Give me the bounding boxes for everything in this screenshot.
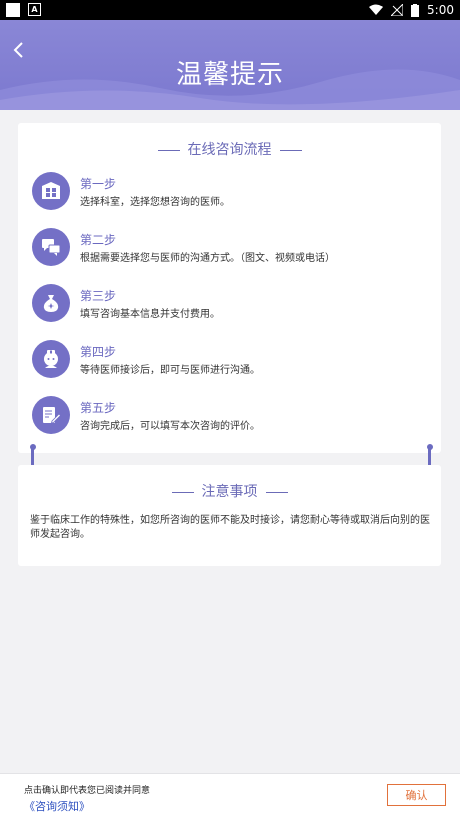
- process-card: 在线咨询流程 第一步 选择科室，选择您想咨询的医师。 第二步 根据需要选择您与医…: [18, 123, 441, 453]
- step-title: 第三步: [80, 289, 117, 303]
- battery-icon: [411, 3, 420, 17]
- step-3: 第三步 填写咨询基本信息并支付费用。: [32, 284, 427, 324]
- a-notification-icon: A: [28, 3, 41, 16]
- step-title: 第四步: [80, 345, 117, 359]
- status-time: 5:00: [427, 3, 454, 17]
- notice-text: 鉴于临床工作的特殊性，如您所咨询的医师不能及时接诊，请您耐心等待或取消后向别的医…: [30, 515, 430, 540]
- consult-notice-link[interactable]: 《咨询须知》: [24, 798, 90, 814]
- wifi-icon: [369, 4, 384, 15]
- department-grid-icon: [32, 172, 70, 210]
- step-5: 第五步 咨询完成后，可以填写本次咨询的评价。: [32, 396, 427, 436]
- step-description: 等待医师接诊后，即可与医师进行沟通。: [80, 365, 260, 376]
- step-2: 第二步 根据需要选择您与医师的沟通方式。（图文、视频或电话）: [32, 228, 427, 268]
- step-description: 填写咨询基本信息并支付费用。: [80, 309, 220, 320]
- step-description: 根据需要选择您与医师的沟通方式。（图文、视频或电话）: [80, 253, 335, 264]
- step-title: 第一步: [80, 177, 117, 191]
- agree-text: 点击确认即代表您已阅读并同意: [24, 786, 151, 796]
- edit-document-icon: [32, 396, 70, 434]
- header: 温馨提示: [0, 20, 460, 110]
- step-description: 咨询完成后，可以填写本次咨询的评价。: [80, 421, 260, 432]
- title-divider-left: [157, 149, 180, 151]
- notice-card: 注意事项 鉴于临床工作的特殊性，如您所咨询的医师不能及时接诊，请您耐心等待或取消…: [18, 465, 441, 566]
- process-title-text: 在线咨询流程: [187, 142, 272, 158]
- chat-bubbles-icon: [32, 228, 70, 266]
- notice-title-text: 注意事项: [201, 484, 258, 500]
- bottom-bar: 点击确认即代表您已阅读并同意 《咨询须知》 确认: [0, 773, 460, 818]
- notice-section-title: 注意事项: [18, 481, 441, 501]
- doctor-icon: [32, 340, 70, 378]
- title-divider-right: [279, 149, 302, 151]
- confirm-button[interactable]: 确认: [387, 784, 446, 806]
- status-bar: A 5:00: [0, 0, 460, 20]
- title-divider-right: [265, 491, 288, 493]
- process-section-title: 在线咨询流程: [18, 139, 441, 159]
- money-bag-icon: [32, 284, 70, 322]
- step-1: 第一步 选择科室，选择您想咨询的医师。: [32, 172, 427, 212]
- page-title: 温馨提示: [175, 60, 284, 90]
- no-signal-icon: [391, 4, 404, 16]
- step-4: 第四步 等待医师接诊后，即可与医师进行沟通。: [32, 340, 427, 380]
- title-divider-left: [171, 491, 194, 493]
- step-description: 选择科室，选择您想咨询的医师。: [80, 197, 230, 208]
- step-title: 第二步: [80, 233, 117, 247]
- step-title: 第五步: [80, 401, 117, 415]
- notification-icon: [6, 3, 20, 17]
